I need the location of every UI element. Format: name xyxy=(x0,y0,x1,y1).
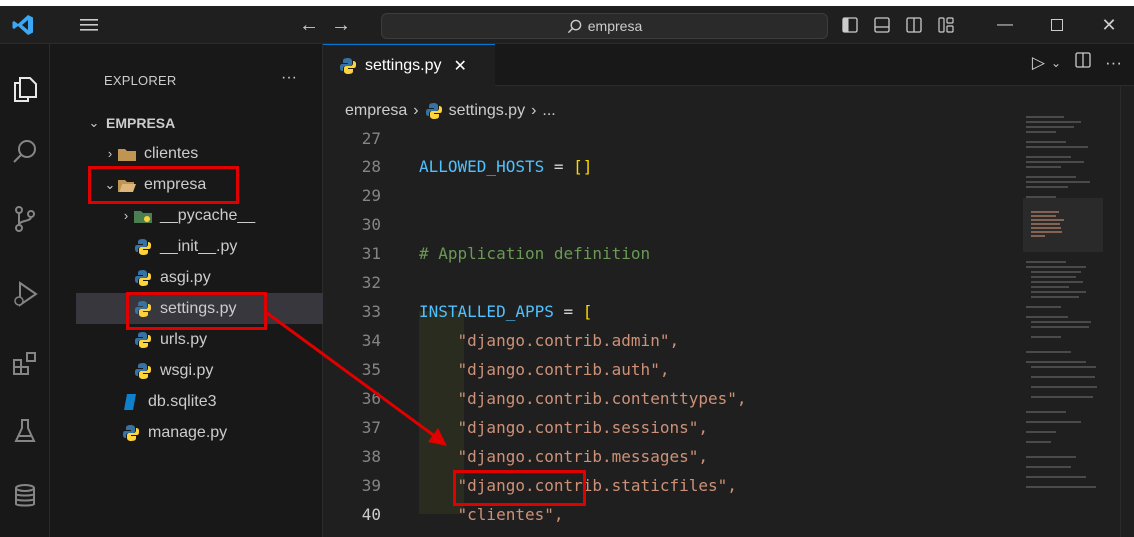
annotation-arrow xyxy=(266,311,447,446)
